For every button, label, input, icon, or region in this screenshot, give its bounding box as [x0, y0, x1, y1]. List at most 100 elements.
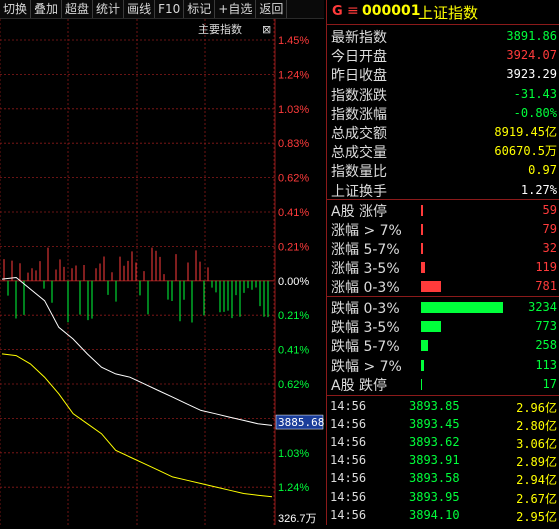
tick-row: 14:56 3893.85 2.96亿: [327, 398, 559, 416]
tick-row: 14:56 3893.62 3.06亿: [327, 434, 559, 452]
tick-price: 3893.45: [409, 417, 460, 432]
breadth-value: 119: [535, 260, 557, 274]
tick-row: 14:56 3893.95 2.67亿: [327, 489, 559, 507]
tick-amount: 2.89亿: [516, 455, 557, 470]
separator: [327, 395, 559, 396]
chart-svg[interactable]: 1.45% 1.24% 1.03% 0.83% 0.62% 0.41% 0.21% 0.00%…: [0, 19, 324, 525]
toolbar-button-3[interactable]: 统计: [93, 0, 125, 18]
tick-amount: 2.95亿: [516, 509, 557, 524]
quote-value: 3923.29: [506, 67, 557, 82]
breadth-row: 涨幅 0-3% 781: [327, 277, 559, 296]
breadth-bar: [421, 359, 424, 371]
tick-row: 14:56 3893.91 2.89亿: [327, 452, 559, 470]
y-axis-label: 1.03%: [278, 104, 309, 116]
breadth-bar: [421, 243, 423, 254]
quote-value: -0.80%: [513, 105, 557, 120]
breadth-bar: [421, 224, 423, 235]
y-axis-label: 0.41%: [278, 207, 309, 219]
breadth-label: 涨幅 3-5%: [331, 261, 400, 277]
tick-time: 14:56: [330, 399, 367, 413]
toolbar-button-2[interactable]: 超盘: [62, 0, 94, 18]
tick-row: 14:56 3894.10 2.95亿: [327, 507, 559, 525]
breadth-label: 跌幅 3-5%: [331, 320, 400, 337]
intraday-chart[interactable]: 1.45% 1.24% 1.03% 0.83% 0.62% 0.41% 0.21% 0.00%…: [0, 19, 324, 525]
y-axis-label: 1.24%: [278, 69, 309, 81]
breadth-label: 跌幅 5-7%: [331, 339, 400, 356]
quote-row: 总成交量 60670.5万: [327, 142, 559, 161]
breadth-value: 59: [542, 203, 557, 217]
tick-amount: 2.80亿: [516, 419, 557, 434]
toolbar: 切换 叠加 超盘 统计 画线 F10 标记 +自选 返回: [0, 0, 324, 19]
tick-price: 3893.85: [409, 399, 460, 413]
quote-value: 3891.86: [506, 29, 557, 43]
quote-value: 1.27%: [520, 182, 557, 197]
quote-row: 指数涨幅 -0.80%: [327, 104, 559, 123]
toolbar-button-0[interactable]: 切换: [0, 0, 32, 18]
stock-name: 上证指数: [418, 4, 479, 22]
breadth-label: A股 跌停: [331, 377, 388, 394]
tick-amount: 2.96亿: [516, 401, 557, 415]
tick-row: 14:56 3893.45 2.80亿: [327, 416, 559, 434]
quote-row: 指数量比 0.97: [327, 161, 559, 180]
breadth-value: 79: [542, 222, 557, 236]
quote-value: 0.97: [528, 163, 557, 178]
quote-row: 上证换手 1.27%: [327, 181, 559, 200]
tick-price: 3893.58: [409, 471, 460, 486]
quote-row: 总成交额 8919.45亿: [327, 123, 559, 142]
quote-label: 今日开盘: [331, 49, 387, 66]
breadth-label: 跌幅 0-3%: [331, 301, 400, 317]
breadth-bar: [421, 321, 441, 333]
tick-row: 14:56 3893.58 2.94亿: [327, 470, 559, 488]
quote-value: 8919.45亿: [494, 125, 557, 139]
breadth-value: 258: [535, 338, 557, 353]
toolbar-button-8[interactable]: 返回: [256, 0, 288, 18]
breadth-label: 涨幅 > 7%: [331, 223, 402, 239]
breadth-row: 涨幅 5-7% 32: [327, 239, 559, 258]
toolbar-button-5[interactable]: F10: [155, 0, 185, 18]
toolbar-button-6[interactable]: 标记: [184, 0, 216, 18]
tick-time: 14:56: [330, 435, 367, 450]
current-price-tag: 3885.68: [278, 416, 324, 429]
separator: [327, 296, 559, 297]
y-axis-label: 0.62%: [278, 173, 309, 185]
toolbar-button-7[interactable]: +自选: [215, 0, 257, 18]
legend-label: 主要指数: [198, 22, 242, 36]
legend-close-icon[interactable]: ⊠: [262, 23, 271, 36]
stock-code: 000001: [362, 3, 421, 19]
tick-time: 14:56: [330, 453, 367, 468]
quote-row: 最新指数 3891.86: [327, 27, 559, 46]
breadth-row: 跌幅 5-7% 258: [327, 336, 559, 355]
tick-amount: 3.06亿: [516, 437, 557, 452]
tick-time: 14:56: [330, 417, 367, 432]
toolbar-button-4[interactable]: 画线: [124, 0, 156, 18]
breadth-label: A股 涨停: [331, 204, 388, 220]
breadth-value: 781: [535, 279, 557, 293]
quote-label: 指数涨幅: [331, 106, 387, 123]
breadth-row: 涨幅 > 7% 79: [327, 220, 559, 239]
quote-value: -31.43: [513, 86, 557, 101]
toolbar-button-1[interactable]: 叠加: [31, 0, 63, 18]
tick-amount: 2.67亿: [516, 491, 557, 506]
y-axis-label: 0.21%: [278, 310, 309, 322]
tick-price: 3893.91: [409, 453, 460, 468]
quote-label: 总成交量: [331, 145, 387, 162]
quote-value: 60670.5万: [494, 144, 557, 159]
menu-icon[interactable]: ≡: [347, 3, 359, 19]
y-axis-label: 0.41%: [278, 345, 309, 357]
volume-label: 326.7万: [278, 513, 317, 525]
tick-price: 3894.10: [409, 507, 460, 522]
breadth-bar: [421, 340, 428, 352]
g-icon[interactable]: G: [332, 4, 343, 19]
breadth-value: 3234: [528, 300, 557, 314]
quote-panel: G ≡ 000001 上证指数 最新指数 3891.86 今日开盘 3924.07 昨日…: [326, 0, 559, 525]
y-axis-label: 0.83%: [278, 138, 309, 150]
quote-value: 3924.07: [506, 48, 557, 63]
breadth-value: 17: [542, 376, 557, 391]
breadth-bar: [421, 281, 441, 292]
breadth-row: 涨幅 3-5% 119: [327, 258, 559, 277]
separator: [327, 199, 559, 200]
breadth-value: 773: [535, 319, 557, 334]
y-axis-label: 1.24%: [278, 482, 309, 494]
tick-amount: 2.94亿: [516, 473, 557, 488]
breadth-value: 32: [542, 241, 557, 255]
